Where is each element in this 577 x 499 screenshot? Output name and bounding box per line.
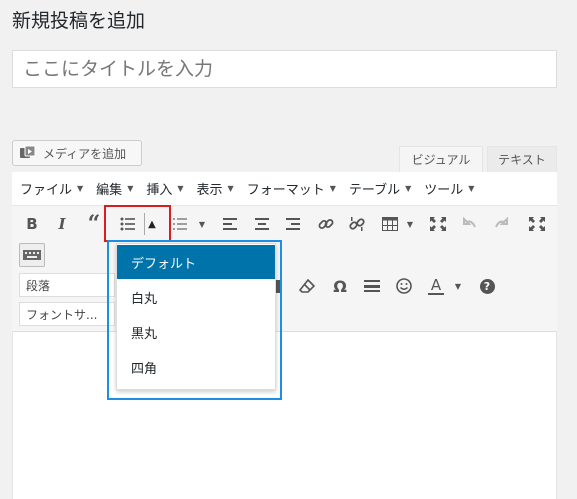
text-color-icon[interactable]: A	[426, 273, 446, 299]
post-title-input[interactable]: ここにタイトルを入力	[12, 50, 557, 88]
caret-down-icon: ▼	[405, 184, 412, 193]
editor-menubar: ファイル ▼ 編集 ▼ 挿入 ▼ 表示 ▼ フォーマット ▼ テーブル ▼ ツール ▼	[12, 172, 557, 206]
menu-format[interactable]: フォーマット ▼	[247, 179, 336, 198]
page-title: 新規投稿を追加	[12, 10, 146, 32]
caret-down-icon: ▼	[127, 184, 134, 193]
add-media-label: メディアを追加	[43, 146, 127, 161]
distraction-free-icon[interactable]	[527, 211, 547, 237]
keyboard-toggle-icon[interactable]	[19, 243, 45, 267]
unlink-icon[interactable]	[347, 211, 367, 237]
bold-button[interactable]: B	[22, 211, 42, 237]
chevron-up-icon[interactable]: ▲	[144, 211, 160, 237]
horizontal-line-icon[interactable]	[362, 273, 382, 299]
help-icon[interactable]: ?	[478, 273, 496, 299]
caret-down-icon: ▼	[77, 184, 84, 193]
menu-item-square[interactable]: 四角	[117, 350, 275, 384]
redo-icon[interactable]	[491, 211, 511, 237]
blockquote-button[interactable]: “	[84, 211, 104, 237]
tab-visual[interactable]: ビジュアル	[399, 146, 483, 172]
link-icon[interactable]	[316, 211, 336, 237]
bullet-list-icon[interactable]	[117, 211, 139, 237]
caret-down-icon: ▼	[329, 184, 336, 193]
menu-item-black-circle[interactable]: 黒丸	[117, 315, 275, 349]
align-center-icon[interactable]	[252, 211, 272, 237]
tab-text[interactable]: テキスト	[487, 146, 557, 172]
menu-table[interactable]: テーブル ▼	[349, 179, 411, 198]
menu-tools[interactable]: ツール ▼	[424, 179, 474, 198]
undo-icon[interactable]	[460, 211, 480, 237]
chevron-down-icon[interactable]: ▼	[452, 273, 464, 299]
numbered-list-icon[interactable]	[172, 211, 188, 237]
caret-down-icon: ▼	[468, 184, 475, 193]
menu-view[interactable]: 表示 ▼	[197, 179, 234, 198]
table-icon[interactable]	[380, 211, 400, 237]
align-right-icon[interactable]	[283, 211, 303, 237]
menu-item-white-circle[interactable]: 白丸	[117, 280, 275, 314]
caret-down-icon: ▼	[227, 184, 234, 193]
special-character-icon[interactable]: Ω	[330, 273, 350, 299]
clear-formatting-icon[interactable]	[297, 273, 317, 299]
bullet-style-menu: デフォルト 白丸 黒丸 四角	[116, 243, 276, 390]
color-swatch	[428, 292, 444, 295]
format-select[interactable]: 段落	[19, 273, 115, 297]
font-size-select[interactable]: フォントサ...	[19, 302, 115, 326]
add-media-button[interactable]: メディアを追加	[12, 140, 142, 166]
caret-down-icon: ▼	[177, 184, 184, 193]
menu-file[interactable]: ファイル ▼	[20, 179, 83, 198]
menu-insert[interactable]: 挿入 ▼	[146, 179, 183, 198]
menu-edit[interactable]: 編集 ▼	[96, 179, 133, 198]
chevron-down-icon[interactable]: ▼	[196, 211, 208, 237]
emoji-icon[interactable]	[394, 273, 414, 299]
media-icon	[19, 145, 37, 161]
chevron-down-icon[interactable]: ▼	[404, 211, 416, 237]
fullscreen-icon[interactable]	[428, 211, 448, 237]
italic-button[interactable]: I	[52, 211, 72, 237]
menu-item-default[interactable]: デフォルト	[117, 245, 275, 279]
align-left-icon[interactable]	[220, 211, 240, 237]
